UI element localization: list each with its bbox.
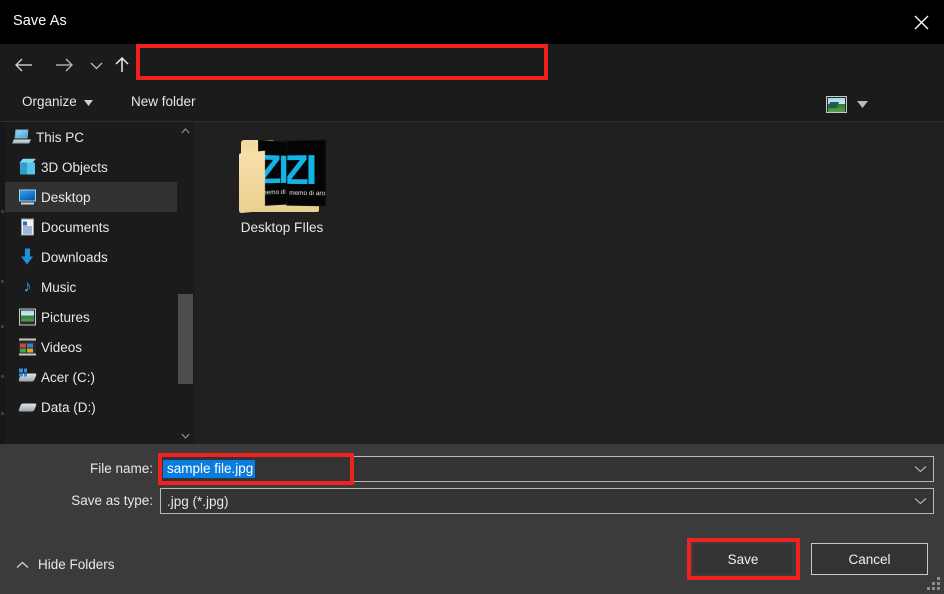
organize-button[interactable]: Organize <box>22 94 93 109</box>
chevron-down-icon[interactable] <box>177 427 194 444</box>
arrow-up-icon[interactable] <box>108 44 136 86</box>
save-as-dialog: Save As <box>0 0 944 594</box>
hard-drive-icon <box>19 369 36 386</box>
caret-down-icon <box>84 94 93 109</box>
file-list[interactable]: ZI memo di aro ZI memo di aro Desktop FI… <box>196 122 944 444</box>
scrollbar-thumb[interactable] <box>178 294 193 384</box>
command-bar: Organize New folder ? <box>0 86 944 122</box>
sidebar-item-label: Data (D:) <box>41 400 96 415</box>
save-button-label: Save <box>728 552 759 567</box>
cancel-button-label: Cancel <box>848 552 890 567</box>
sidebar-item-label: Desktop <box>41 190 91 205</box>
documents-icon <box>19 219 36 236</box>
sidebar-item-data-d[interactable]: Data (D:) <box>5 392 177 422</box>
sidebar-item-label: Pictures <box>41 310 90 325</box>
chevron-down-icon[interactable] <box>914 489 927 513</box>
recent-locations-chevron-down-icon[interactable] <box>84 44 108 86</box>
file-name-field[interactable]: sample file.jpg <box>160 456 934 482</box>
sidebar-item-music[interactable]: ♪ Music <box>5 272 177 302</box>
sidebar-scrollbar[interactable] <box>177 122 194 444</box>
save-as-type-field[interactable]: .jpg (*.jpg) <box>160 488 934 514</box>
videos-icon <box>19 339 36 356</box>
sidebar-item-pictures[interactable]: Pictures <box>5 302 177 332</box>
computer-icon <box>13 129 30 146</box>
file-name-value[interactable]: sample file.jpg <box>163 460 255 478</box>
thumbnail-caption: memo di aro <box>289 190 325 197</box>
music-icon: ♪ <box>19 279 36 296</box>
save-button[interactable]: Save <box>693 543 793 575</box>
chevron-up-icon[interactable] <box>177 122 194 139</box>
sidebar-item-documents[interactable]: Documents <box>5 212 177 242</box>
new-folder-label: New folder <box>131 94 196 109</box>
file-name-label: File name: <box>3 461 153 476</box>
title-bar: Save As <box>0 0 944 44</box>
sidebar-item-this-pc[interactable]: This PC <box>5 122 177 152</box>
sidebar-item-label: Videos <box>41 340 82 355</box>
picture-view-icon[interactable] <box>826 96 847 113</box>
sidebar-item-label: Music <box>41 280 76 295</box>
cancel-button[interactable]: Cancel <box>811 543 928 575</box>
sidebar-item-label: 3D Objects <box>41 160 108 175</box>
chevron-up-icon <box>16 557 29 572</box>
desktop-icon <box>19 189 36 206</box>
sidebar-item-desktop[interactable]: Desktop <box>5 182 177 212</box>
sidebar-item-label: Documents <box>41 220 109 235</box>
sidebar-item-label: This PC <box>36 130 84 145</box>
resize-grip-icon[interactable] <box>926 576 940 590</box>
sidebar-item-label: Downloads <box>41 250 108 265</box>
navigation-pane[interactable]: This PC 3D Objects Desktop Documents Dow… <box>5 122 177 444</box>
close-icon[interactable] <box>898 0 944 44</box>
chevron-down-icon[interactable] <box>914 457 927 481</box>
sidebar-item-videos[interactable]: Videos <box>5 332 177 362</box>
page-title: Save As <box>13 13 67 29</box>
sidebar-item-acer-c[interactable]: Acer (C:) <box>5 362 177 392</box>
view-options-caret-down-icon[interactable] <box>855 98 869 110</box>
list-item[interactable]: ZI memo di aro ZI memo di aro Desktop FI… <box>222 136 342 235</box>
hard-drive-icon <box>19 399 36 416</box>
folder-thumbnail-icon: ZI memo di aro ZI memo di aro <box>237 136 327 214</box>
save-as-type-value: .jpg (*.jpg) <box>161 494 229 509</box>
downloads-icon <box>19 249 36 266</box>
hide-folders-label: Hide Folders <box>38 557 115 572</box>
navigation-bar: › This PC › Desktop › <box>0 44 944 86</box>
thumbnail-text: ZI <box>287 146 314 194</box>
sidebar-item-3d-objects[interactable]: 3D Objects <box>5 152 177 182</box>
arrow-left-icon[interactable] <box>6 44 42 86</box>
list-item-label: Desktop FIles <box>241 220 324 235</box>
3d-objects-icon <box>19 159 36 176</box>
pictures-icon <box>19 309 36 326</box>
new-folder-button[interactable]: New folder <box>131 94 196 109</box>
hide-folders-button[interactable]: Hide Folders <box>16 557 115 572</box>
sidebar-item-label: Acer (C:) <box>41 370 95 385</box>
save-as-type-label: Save as type: <box>3 493 153 508</box>
sidebar-item-downloads[interactable]: Downloads <box>5 242 177 272</box>
organize-label: Organize <box>22 94 77 109</box>
arrow-right-icon[interactable] <box>46 44 82 86</box>
